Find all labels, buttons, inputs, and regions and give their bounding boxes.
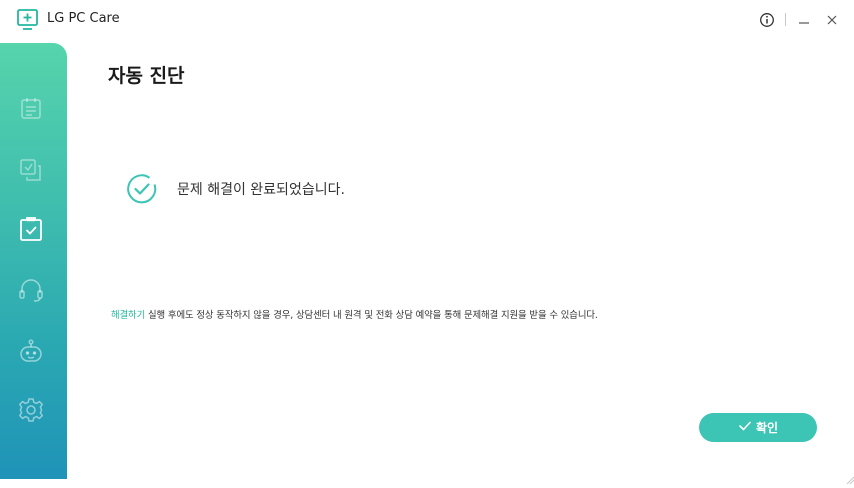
help-notice: 해결하기 실행 후에도 정상 동작하지 않을 경우, 상담센터 내 원격 및 전… bbox=[111, 307, 598, 321]
checkmark-icon bbox=[738, 420, 752, 435]
check-circle-icon bbox=[126, 173, 158, 205]
clipboard-list-icon[interactable] bbox=[16, 93, 46, 123]
confirm-label: 확인 bbox=[755, 421, 779, 435]
robot-icon[interactable] bbox=[16, 337, 46, 367]
help-text: 실행 후에도 정상 동작하지 않을 경우, 상담센터 내 원격 및 전화 상담 … bbox=[145, 310, 598, 321]
clipboard-check-icon[interactable] bbox=[16, 215, 46, 245]
title-separator bbox=[785, 13, 786, 26]
lg-pc-care-logo-icon bbox=[16, 8, 40, 32]
gear-icon[interactable] bbox=[16, 395, 46, 425]
title-bar: LG PC Care bbox=[0, 0, 854, 40]
resize-grip-icon[interactable] bbox=[844, 469, 854, 485]
close-icon[interactable] bbox=[822, 10, 842, 30]
checkbox-copy-icon[interactable] bbox=[16, 155, 46, 185]
sidebar bbox=[0, 43, 67, 479]
confirm-button[interactable]: 확인 bbox=[699, 413, 817, 442]
app-title: LG PC Care bbox=[47, 11, 120, 26]
headset-icon[interactable] bbox=[16, 275, 46, 305]
page-title: 자동 진단 bbox=[108, 65, 185, 87]
result-message: 문제 해결이 완료되었습니다. bbox=[177, 182, 345, 198]
fix-link[interactable]: 해결하기 bbox=[111, 310, 145, 321]
info-icon[interactable] bbox=[757, 10, 777, 30]
minimize-icon[interactable] bbox=[794, 10, 814, 30]
